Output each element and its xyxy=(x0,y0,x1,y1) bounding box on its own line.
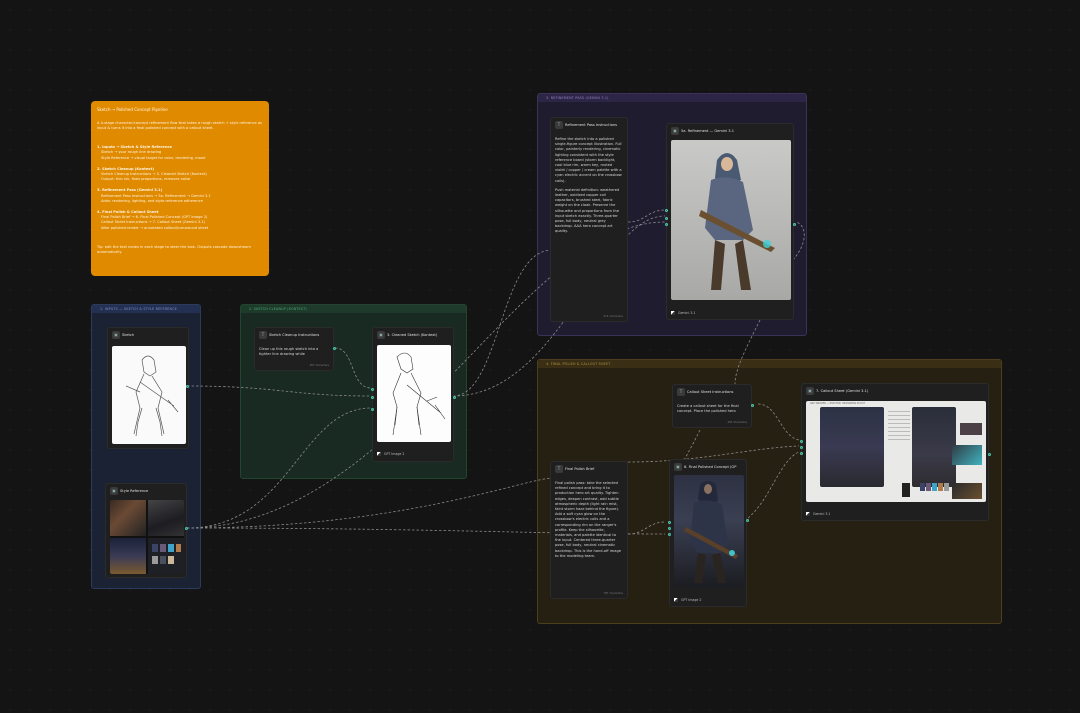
final-brief-title: Final Polish Brief xyxy=(565,467,595,471)
note-section-3: 3. Refinement Pass (Gemini 3.1) Refineme… xyxy=(97,188,263,204)
text-node-icon: T xyxy=(555,465,563,473)
callout-input-port-1[interactable] xyxy=(800,440,803,443)
cleaned-sketch-image[interactable] xyxy=(377,345,451,442)
model-icon xyxy=(377,451,381,456)
note-line: After polished render → annotated callou… xyxy=(101,225,209,230)
model-icon xyxy=(674,597,678,602)
style-reference-output-port[interactable] xyxy=(185,527,188,530)
text-node-icon: T xyxy=(259,331,267,339)
final-concept-image[interactable] xyxy=(674,475,744,587)
sketch-figure xyxy=(125,355,179,437)
callout-instructions-node[interactable]: T Callout Sheet Instructions Create a cal… xyxy=(672,384,754,428)
refinement-instructions-text[interactable]: Refine the sketch into a polished single… xyxy=(555,137,623,235)
cleanup-instructions-text[interactable]: Clean up this rough sketch into a tighte… xyxy=(259,347,329,357)
refinement-model-label: Gemini 3.1 xyxy=(678,310,696,315)
refinement-output-node[interactable]: ▣ 5a. Refinement — Gemini 3.1 Gemini 3.1 xyxy=(665,123,796,320)
note-title: Sketch → Polished Concept Pipeline xyxy=(97,107,168,112)
final-concept-figure xyxy=(684,481,738,583)
callout-input-port-2[interactable] xyxy=(800,446,803,449)
final-output-port[interactable] xyxy=(746,519,749,522)
cleanup-instructions-title: Sketch Cleanup Instructions xyxy=(269,333,320,337)
group-cleanup-header[interactable]: 2. SKETCH CLEANUP (KONTEXT) xyxy=(241,305,466,313)
model-icon xyxy=(806,511,810,516)
text-node-icon: T xyxy=(677,388,685,396)
cleanup-char-count: 387 characters xyxy=(309,364,329,367)
callout-instructions-title: Callout Sheet Instructions xyxy=(687,390,734,394)
style-reference-title: Style Reference xyxy=(120,489,149,493)
image-node-icon: ▣ xyxy=(377,331,385,339)
callout-sheet-header: ARC WEAVER — ELECTRIC CROSSBOW SCOUT xyxy=(810,402,866,405)
cleaned-input-port-3[interactable] xyxy=(371,408,374,411)
image-node-icon: ▣ xyxy=(112,331,120,339)
cleaned-sketch-title: 3. Cleaned Sketch (Kontext) xyxy=(387,333,438,337)
final-model-bar[interactable]: GPT Image 2 xyxy=(674,595,742,604)
cleanup-instructions-node[interactable]: T Sketch Cleanup Instructions Clean up th… xyxy=(254,327,336,371)
cleaned-input-port-2[interactable] xyxy=(371,396,374,399)
final-input-port-1[interactable] xyxy=(668,521,671,524)
refinement-input-port-2[interactable] xyxy=(665,217,668,220)
note-line: Output: thin ink, fixes proportions, rem… xyxy=(101,177,191,182)
image-node-icon: ▣ xyxy=(806,387,814,395)
note-section-4: 4. Final Polish & Callout Sheet Final Po… xyxy=(97,210,263,231)
group-inputs-header[interactable]: 1. INPUTS — SKETCH & STYLE REFERENCE xyxy=(92,305,200,313)
cleanup-instructions-port[interactable] xyxy=(333,347,336,350)
sketch-node[interactable]: ▣ Sketch xyxy=(107,327,189,449)
sketch-output-port[interactable] xyxy=(186,385,189,388)
final-brief-char-count: 787 characters xyxy=(603,592,623,595)
cleaned-output-port[interactable] xyxy=(453,396,456,399)
refinement-paragraph-2: Push material definition: weathered leat… xyxy=(555,187,620,234)
pipeline-note[interactable]: Sketch → Polished Concept Pipeline A 4-s… xyxy=(91,101,269,276)
image-node-icon: ▣ xyxy=(671,127,679,135)
style-reference-node[interactable]: ▣ Style Reference xyxy=(105,483,188,578)
refinement-output-title: 5a. Refinement — Gemini 3.1 xyxy=(681,129,734,133)
refinement-output-port[interactable] xyxy=(793,223,796,226)
refinement-input-port-3[interactable] xyxy=(665,223,668,226)
refinement-char-count: 974 characters xyxy=(603,315,623,318)
cleaned-input-port-1[interactable] xyxy=(371,388,374,391)
callout-sheet-image[interactable]: ARC WEAVER — ELECTRIC CROSSBOW SCOUT xyxy=(806,401,986,502)
note-tip: Tip: edit the text nodes in each stage t… xyxy=(97,244,251,255)
final-model-label: GPT Image 2 xyxy=(681,597,702,602)
refinement-instructions-node[interactable]: T Refinement Pass Instructions Refine the… xyxy=(550,117,628,322)
cleaned-sketch-node[interactable]: ▣ 3. Cleaned Sketch (Kontext) GPT Image 2 xyxy=(371,327,456,462)
callout-sheet-title: 7. Callout Sheet (Gemini 3.1) xyxy=(816,389,869,393)
sketch-image[interactable] xyxy=(112,346,186,444)
image-node-icon: ▣ xyxy=(674,463,682,471)
callout-instructions-port[interactable] xyxy=(751,404,754,407)
cleaned-model-bar[interactable]: GPT Image 2 xyxy=(377,449,449,458)
final-brief-node[interactable]: T Final Polish Brief Final polish pass: t… xyxy=(550,461,628,599)
refinement-figure xyxy=(699,153,775,290)
cleaned-model-label: GPT Image 2 xyxy=(384,451,405,456)
model-icon xyxy=(671,310,675,315)
callout-instructions-text[interactable]: Create a callout sheet for the final con… xyxy=(677,404,747,414)
final-brief-text[interactable]: Final polish pass: take the selected ref… xyxy=(555,481,623,559)
group-final-header[interactable]: 4. FINAL POLISH & CALLOUT SHEET xyxy=(538,360,1001,368)
refinement-instructions-title: Refinement Pass Instructions xyxy=(565,123,618,127)
callout-input-port-3[interactable] xyxy=(800,452,803,455)
refinement-image[interactable] xyxy=(671,140,791,300)
final-input-port-3[interactable] xyxy=(668,533,671,536)
style-reference-board[interactable] xyxy=(110,500,184,574)
cleaned-sketch-figure xyxy=(392,352,446,436)
group-refinement-header[interactable]: 3. REFINEMENT PASS (GEMINI 3.1) xyxy=(538,94,806,102)
note-section-1: 1. Inputs → Sketch & Style Reference Ske… xyxy=(97,145,263,161)
text-node-icon: T xyxy=(555,121,563,129)
note-line: Style Reference → visual target for colo… xyxy=(101,155,206,160)
final-concept-node[interactable]: ▣ 6. Final Polished Concept (GP GPT Image… xyxy=(668,459,749,607)
callout-char-count: 485 characters xyxy=(727,421,747,424)
callout-sheet-node[interactable]: ▣ 7. Callout Sheet (Gemini 3.1) ARC WEAVE… xyxy=(800,383,991,521)
note-intro: A 4-stage character/concept refinement f… xyxy=(97,120,262,130)
callout-model-bar[interactable]: Gemini 3.1 xyxy=(806,509,984,518)
final-input-port-2[interactable] xyxy=(668,527,671,530)
sketch-node-title: Sketch xyxy=(122,333,135,337)
refinement-model-bar[interactable]: Gemini 3.1 xyxy=(671,308,789,317)
final-concept-title: 6. Final Polished Concept (GP xyxy=(684,465,737,469)
callout-output-port[interactable] xyxy=(988,453,991,456)
note-line: Adds: rendering, lighting, and style-ref… xyxy=(101,198,203,203)
image-node-icon: ▣ xyxy=(110,487,118,495)
refinement-paragraph-1: Refine the sketch into a polished single… xyxy=(555,137,622,183)
callout-model-label: Gemini 3.1 xyxy=(813,511,831,516)
note-section-2: 2. Sketch Cleanup (Kontext) Sketch Clean… xyxy=(97,167,263,183)
refinement-input-port-1[interactable] xyxy=(665,209,668,212)
